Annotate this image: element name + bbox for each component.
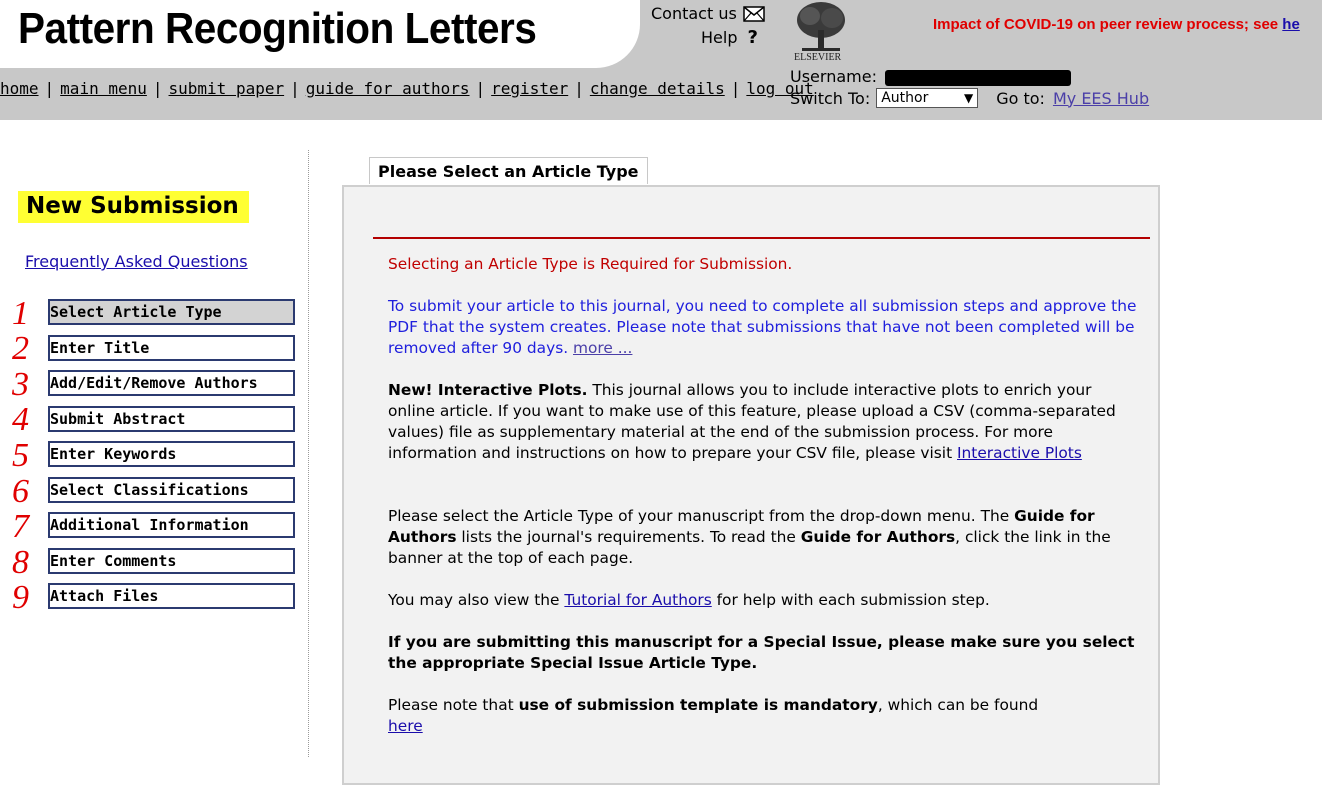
nav-separator: | xyxy=(152,79,163,98)
step-number-annotation: 1 xyxy=(12,295,29,332)
username-label: Username: xyxy=(790,67,877,86)
contact-help-block: Contact us Help ? xyxy=(651,4,765,48)
step-submit-abstract[interactable]: Submit Abstract xyxy=(48,406,295,432)
step-number-annotation: 8 xyxy=(12,544,29,581)
step-add-edit-remove-authors[interactable]: Add/Edit/Remove Authors xyxy=(48,370,295,396)
interactive-plots-heading: New! Interactive Plots. xyxy=(388,381,588,399)
more-link[interactable]: more ... xyxy=(573,339,632,357)
step-attach-files[interactable]: Attach Files xyxy=(48,583,295,609)
contact-us-label: Contact us xyxy=(651,4,737,23)
covid-notice-text: Impact of COVID-19 on peer review proces… xyxy=(933,16,1283,33)
covid-notice-link[interactable]: he xyxy=(1282,16,1300,33)
nav-main-menu-link[interactable]: main menu xyxy=(60,79,147,98)
help-link[interactable]: Help ? xyxy=(651,27,765,48)
step-number-annotation: 2 xyxy=(12,330,29,367)
step-additional-information[interactable]: Additional Information xyxy=(48,512,295,538)
template-here-link[interactable]: here xyxy=(388,717,423,735)
step-number-annotation: 3 xyxy=(12,366,29,403)
interactive-plots-link[interactable]: Interactive Plots xyxy=(957,444,1082,462)
required-note: Selecting an Article Type is Required fo… xyxy=(388,255,793,273)
envelope-icon xyxy=(743,5,765,22)
contact-us-link[interactable]: Contact us xyxy=(651,4,765,23)
article-type-instructions: Please select the Article Type of your m… xyxy=(388,506,1138,569)
username-redacted xyxy=(884,69,1071,86)
covid-notice: Impact of COVID-19 on peer review proces… xyxy=(933,16,1300,33)
nav-separator: | xyxy=(574,79,584,98)
template-note: Please note that use of submission templ… xyxy=(388,695,1138,737)
step-select-classifications[interactable]: Select Classifications xyxy=(48,477,295,503)
new-submission-heading: New Submission xyxy=(18,191,249,223)
panel-divider xyxy=(373,237,1150,239)
journal-title-panel: Pattern Recognition Letters xyxy=(0,0,640,68)
tutorial-for-authors-link[interactable]: Tutorial for Authors xyxy=(564,591,711,609)
question-mark-icon: ? xyxy=(747,27,758,48)
instructions-text: Please select the Article Type of your m… xyxy=(388,507,1015,525)
template-text: , which can be found xyxy=(877,696,1039,714)
step-number-annotation: 4 xyxy=(12,401,29,438)
goto-label: Go to: xyxy=(996,88,1045,108)
template-text: Please note that xyxy=(388,696,519,714)
journal-title: Pattern Recognition Letters xyxy=(18,4,537,53)
nav-separator: | xyxy=(290,79,300,98)
step-number-annotation: 7 xyxy=(12,508,29,545)
step-number-annotation: 9 xyxy=(12,579,29,616)
chevron-down-icon: ▼ xyxy=(963,91,974,105)
tutorial-text: for help with each submission step. xyxy=(711,591,990,609)
header-bar: Pattern Recognition Letters home | main me… xyxy=(0,0,1322,120)
template-mandatory-bold: use of submission template is mandatory xyxy=(518,696,878,714)
step-enter-comments[interactable]: Enter Comments xyxy=(48,548,295,574)
tutorial-info: You may also view the Tutorial for Autho… xyxy=(388,590,1138,611)
panel-content: Selecting an Article Type is Required fo… xyxy=(388,254,1138,758)
help-label: Help xyxy=(701,28,738,47)
article-type-tab: Please Select an Article Type xyxy=(369,157,648,184)
step-select-article-type[interactable]: Select Article Type xyxy=(48,299,295,325)
nav-guide-for-authors-link[interactable]: guide for authors xyxy=(306,79,470,98)
nav-register-link[interactable]: register xyxy=(491,79,568,98)
switch-to-label: Switch To: xyxy=(790,88,871,108)
submission-info-text: To submit your article to this journal, … xyxy=(388,297,1137,357)
sidebar-divider xyxy=(308,150,309,757)
submission-info: To submit your article to this journal, … xyxy=(388,296,1138,359)
guide-for-authors-bold: Guide for Authors xyxy=(800,528,956,546)
special-issue-text: If you are submitting this manuscript fo… xyxy=(388,633,1135,672)
interactive-plots-info: New! Interactive Plots. This journal all… xyxy=(388,380,1138,464)
step-enter-title[interactable]: Enter Title xyxy=(48,335,295,361)
nav-separator: | xyxy=(475,79,486,98)
nav-change-details-link[interactable]: change details xyxy=(590,79,725,98)
nav-home-link[interactable]: home xyxy=(0,79,39,98)
special-issue-note: If you are submitting this manuscript fo… xyxy=(388,632,1138,674)
step-enter-keywords[interactable]: Enter Keywords xyxy=(48,441,295,467)
step-number-annotation: 6 xyxy=(12,473,29,510)
switch-role-row: Switch To: Author ▼ Go to: My EES Hub xyxy=(790,88,1149,108)
role-select-value: Author xyxy=(881,90,929,106)
role-select[interactable]: Author ▼ xyxy=(876,88,979,108)
faq-link[interactable]: Frequently Asked Questions xyxy=(25,252,248,271)
my-ees-hub-link[interactable]: My EES Hub xyxy=(1053,89,1149,108)
username-row: Username: xyxy=(790,67,1071,86)
nav-separator: | xyxy=(44,79,55,98)
top-nav: home | main menu | submit paper | guide for au… xyxy=(0,79,814,98)
nav-submit-paper-link[interactable]: submit paper xyxy=(169,79,285,98)
elsevier-logo-label: ELSEVIER xyxy=(794,52,842,63)
step-number-annotation: 5 xyxy=(12,437,29,474)
instructions-text: lists the journal's requirements. To rea… xyxy=(456,528,801,546)
tutorial-text: You may also view the xyxy=(388,591,565,609)
nav-separator: | xyxy=(730,79,741,98)
